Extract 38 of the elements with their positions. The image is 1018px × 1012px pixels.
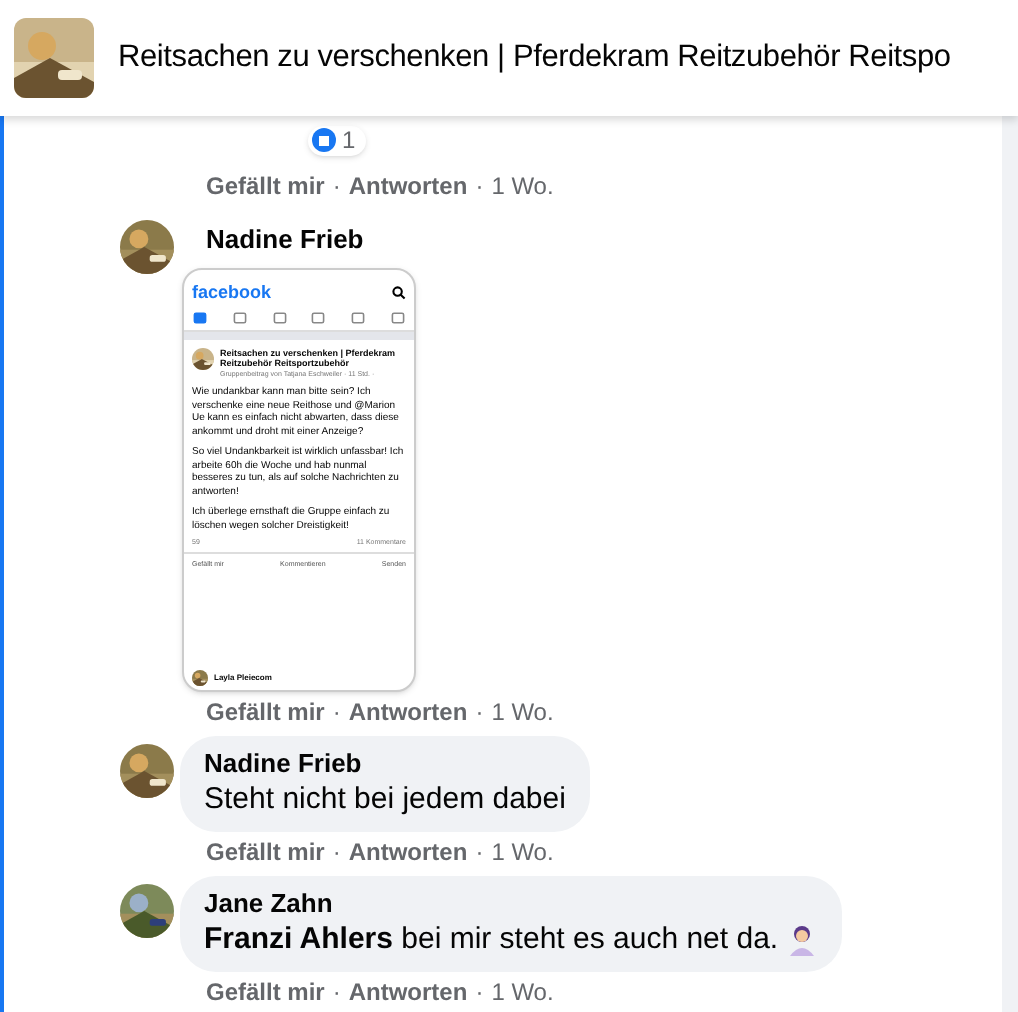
- reply-link[interactable]: Antworten: [348, 977, 468, 1005]
- reply-link[interactable]: Antworten: [348, 172, 468, 200]
- search-icon[interactable]: [392, 285, 406, 299]
- reaction-count: 1: [342, 124, 358, 158]
- like-link[interactable]: Gefällt mir: [206, 977, 325, 1005]
- separator-dot: ·: [475, 172, 484, 200]
- comment-author[interactable]: Nadine Frieb: [206, 220, 416, 259]
- nav-tab-icon[interactable]: [310, 309, 327, 325]
- like-link[interactable]: Gefällt mir: [206, 697, 325, 725]
- comment-author[interactable]: Nadine Frieb: [204, 747, 566, 779]
- nav-tab-icon[interactable]: [350, 309, 367, 325]
- nav-tab-icon[interactable]: [271, 309, 288, 325]
- separator-dot: ·: [332, 697, 341, 725]
- separator-dot: ·: [475, 977, 484, 1005]
- separator-dot: ·: [332, 977, 341, 1005]
- comment-text: Steht nicht bei jedem dabei: [204, 779, 566, 819]
- nav-tab-icon[interactable]: [231, 309, 248, 325]
- timestamp: 1 Wo.: [491, 697, 554, 725]
- like-link[interactable]: Gefällt mir: [206, 172, 325, 200]
- separator-dot: ·: [475, 697, 484, 725]
- group-title[interactable]: Reitsachen zu verschenken | Pferdekram Reitzubehör Reitspo: [118, 34, 951, 82]
- separator-dot: ·: [332, 837, 341, 865]
- separator-dot: ·: [475, 837, 484, 865]
- reply-link[interactable]: Antworten: [348, 837, 468, 865]
- brand-logo: facebook: [192, 281, 272, 303]
- scrollbar[interactable]: [1002, 116, 1018, 1012]
- comment-text: Franzi Ahlers bei mir steht es auch net da.: [204, 919, 779, 959]
- nav-tab-icon[interactable]: [389, 309, 406, 325]
- like-link[interactable]: Gefällt mir: [206, 837, 325, 865]
- nav-tab-icon[interactable]: [192, 309, 208, 325]
- separator-dot: ·: [332, 172, 341, 200]
- reply-link[interactable]: Antworten: [348, 697, 468, 725]
- timestamp: 1 Wo.: [491, 977, 554, 1005]
- screenshot-image[interactable]: [182, 267, 416, 691]
- reaction-bubble[interactable]: 1: [308, 125, 366, 155]
- timestamp: 1 Wo.: [491, 837, 554, 865]
- comment-author[interactable]: Jane Zahn: [204, 887, 819, 919]
- timestamp: 1 Wo.: [491, 172, 554, 200]
